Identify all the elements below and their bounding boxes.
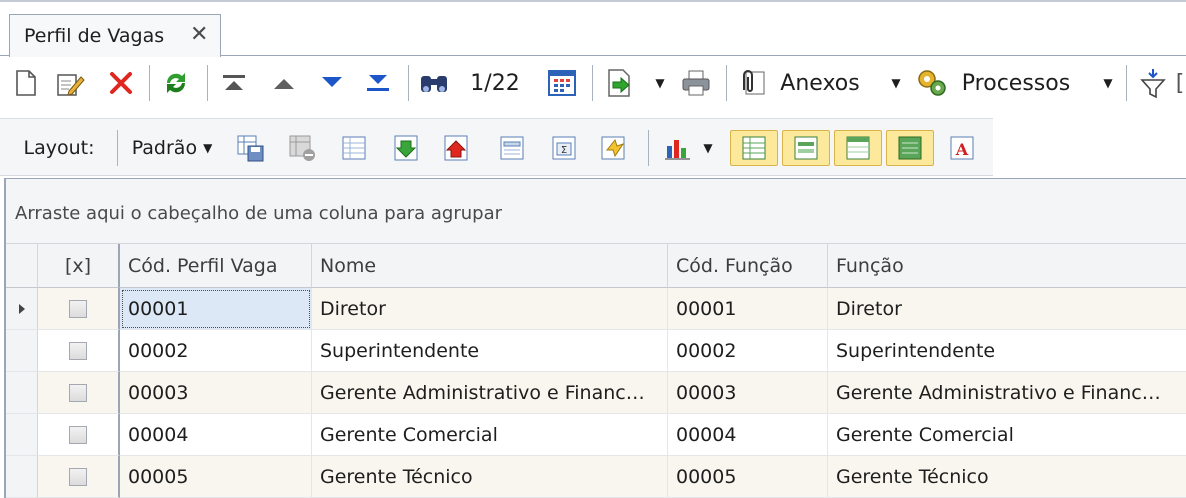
cell-nome[interactable]: Superintendente [312,330,668,372]
cell-cod-funcao[interactable]: 00002 [668,330,828,372]
first-record-icon[interactable] [216,65,252,101]
chart-icon[interactable] [658,130,698,166]
last-record-icon[interactable] [360,65,396,101]
processos-dropdown-arrow[interactable]: ▼ [1100,65,1116,101]
previous-record-icon[interactable] [266,65,302,101]
row-checkbox[interactable] [38,288,120,330]
chart-dropdown-arrow[interactable]: ▼ [700,130,716,166]
view-green-icon[interactable] [886,130,934,166]
current-row-indicator-icon [6,288,38,330]
cell-cod-funcao[interactable]: 00001 [668,288,828,330]
row-checkbox[interactable] [38,330,120,372]
table-row[interactable]: 00003 Gerente Administrativo e Financ… 0… [6,372,1186,414]
table-row[interactable]: 00002 Superintendente 00002 Superintende… [6,330,1186,372]
cell-nome[interactable]: Gerente Administrativo e Financ… [312,372,668,414]
row-checkbox[interactable] [38,414,120,456]
export-dropdown-arrow[interactable]: ▼ [652,65,668,101]
column-header-funcao[interactable]: Função [828,244,1186,288]
cell-funcao[interactable]: Diretor [828,288,1186,330]
print-icon[interactable] [676,65,716,101]
processos-button[interactable]: Processos [954,65,1078,101]
column-header-cod-funcao[interactable]: Cód. Função [668,244,828,288]
row-indicator [6,330,38,372]
close-tab-icon[interactable]: ✕ [190,22,208,47]
row-checkbox[interactable] [38,456,120,498]
import-layout-icon[interactable] [386,130,426,166]
export-layout-icon[interactable] [436,130,476,166]
main-toolbar: 1/22 ▼ Anexos ▼ Processos ▼ [ [0,57,1186,111]
cell-nome[interactable]: Gerente Técnico [312,456,668,498]
cell-funcao[interactable]: Superintendente [828,330,1186,372]
svg-text:Σ: Σ [561,145,567,156]
delete-layout-icon[interactable] [282,130,322,166]
cell-cod-funcao[interactable]: 00003 [668,372,828,414]
restore-layout-icon[interactable] [594,130,634,166]
export-icon[interactable] [598,65,640,101]
layout-preset-dropdown[interactable]: Padrão ▼ [124,130,220,166]
view-detail-icon[interactable] [834,130,882,166]
table-row[interactable]: 00005 Gerente Técnico 00005 Gerente Técn… [6,456,1186,498]
cell-cod-perfil-vaga[interactable]: 00005 [120,456,312,498]
search-binoculars-icon[interactable] [414,65,454,101]
row-checkbox[interactable] [38,372,120,414]
new-document-icon[interactable] [10,65,42,101]
cell-cod-perfil-vaga[interactable]: 00003 [120,372,312,414]
cell-funcao[interactable]: Gerente Técnico [828,456,1186,498]
tab-title: Perfil de Vagas [24,25,165,47]
column-header-select[interactable]: [x] [38,244,120,288]
edit-icon[interactable] [50,65,90,101]
processes-gear-icon[interactable] [912,65,952,101]
svg-text:A: A [955,140,969,159]
delete-icon[interactable] [104,65,138,101]
anexos-dropdown-arrow[interactable]: ▼ [888,65,904,101]
row-indicator [6,372,38,414]
cell-nome[interactable]: Gerente Comercial [312,414,668,456]
save-layout-icon[interactable] [230,130,270,166]
group-by-panel[interactable]: Arraste aqui o cabeçalho de uma coluna p… [6,179,1186,244]
font-icon[interactable]: A [942,130,982,166]
record-counter: 1/22 [470,70,520,96]
chevron-down-icon: ▼ [203,141,213,155]
anexos-button[interactable]: Anexos [774,65,866,101]
columns-layout-icon[interactable] [492,130,532,166]
calendar-grid-icon[interactable] [542,65,582,101]
row-indicator [6,456,38,498]
toolbar-overflow-bracket: [ [1175,70,1185,96]
attachment-icon[interactable] [732,65,772,101]
table-row[interactable]: 00001 Diretor 00001 Diretor [6,288,1186,330]
layout-toolbar: Layout: Padrão ▼ Σ ▼ A [0,118,993,176]
cell-cod-perfil-vaga[interactable]: 00001 [120,288,312,330]
next-record-icon[interactable] [314,65,350,101]
tab-perfil-de-vagas[interactable]: Perfil de Vagas ✕ [9,14,221,58]
cell-cod-perfil-vaga[interactable]: 00004 [120,414,312,456]
column-header-cod-perfil-vaga[interactable]: Cód. Perfil Vaga [120,244,312,288]
refresh-icon[interactable] [156,65,196,101]
column-header-nome[interactable]: Nome [312,244,668,288]
grid-layout-icon[interactable] [334,130,374,166]
layout-label: Layout: [23,137,95,159]
sum-layout-icon[interactable]: Σ [544,130,584,166]
document-tab-strip: Perfil de Vagas ✕ [0,0,1186,58]
row-indicator-header [6,244,38,288]
cell-cod-funcao[interactable]: 00004 [668,414,828,456]
view-grid-icon[interactable] [730,130,778,166]
cell-funcao[interactable]: Gerente Administrativo e Financ… [828,372,1186,414]
row-indicator [6,414,38,456]
cell-cod-funcao[interactable]: 00005 [668,456,828,498]
group-hint-text: Arraste aqui o cabeçalho de uma coluna p… [15,203,503,224]
cell-nome[interactable]: Diretor [312,288,668,330]
table-row[interactable]: 00004 Gerente Comercial 00004 Gerente Co… [6,414,1186,456]
filter-icon[interactable] [1134,65,1174,101]
view-list-icon[interactable] [782,130,830,166]
cell-funcao[interactable]: Gerente Comercial [828,414,1186,456]
cell-cod-perfil-vaga[interactable]: 00002 [120,330,312,372]
